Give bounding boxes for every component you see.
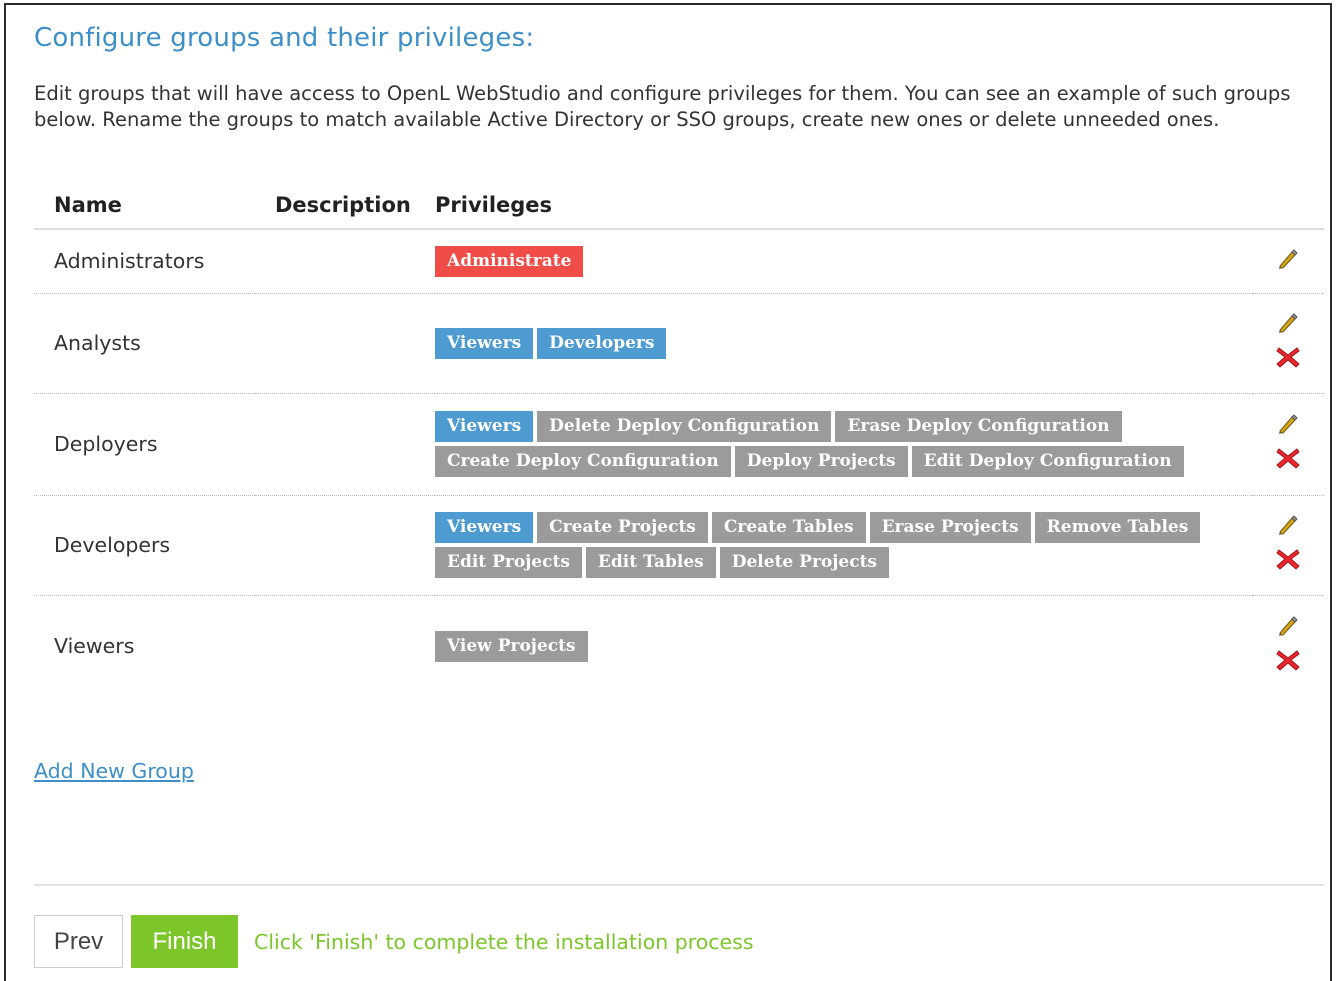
privilege-badge: Create Tables	[711, 512, 866, 543]
pencil-icon[interactable]	[1277, 615, 1299, 642]
header-privileges: Privileges	[435, 191, 1252, 230]
action-icons	[1253, 413, 1323, 475]
table-row: Administrators Administrate	[34, 229, 1324, 294]
privilege-badge: Create Projects	[537, 512, 708, 543]
privilege-badge: Edit Projects	[435, 547, 582, 578]
delete-icon[interactable]	[1275, 547, 1301, 576]
group-privileges: Viewers Create Projects Create Tables Erase…	[435, 495, 1252, 596]
privilege-badge: Deploy Projects	[734, 446, 908, 477]
group-name: Deployers	[34, 393, 255, 496]
pencil-icon[interactable]	[1277, 514, 1299, 541]
add-new-group-link[interactable]: Add New Group	[34, 759, 194, 783]
finish-hint: Click 'Finish' to complete the installat…	[254, 930, 754, 954]
privilege-badge: Remove Tables	[1034, 512, 1201, 543]
group-badge: Viewers	[435, 512, 534, 543]
privilege-list: Viewers Developers	[435, 327, 1225, 359]
row-actions	[1252, 595, 1324, 697]
wizard-panel: Configure groups and their privileges: E…	[4, 3, 1332, 981]
header-name: Name	[34, 191, 255, 230]
delete-icon[interactable]	[1275, 648, 1301, 677]
pencil-icon[interactable]	[1277, 413, 1299, 440]
group-badge: Developers	[537, 327, 667, 359]
privilege-badge: Erase Projects	[869, 512, 1031, 543]
group-name: Viewers	[54, 634, 135, 659]
finish-button[interactable]: Finish	[131, 915, 238, 968]
row-actions	[1252, 495, 1324, 596]
privilege-list: Viewers Delete Deploy Configuration Erase …	[435, 411, 1225, 477]
group-description	[255, 595, 435, 697]
action-icons	[1253, 615, 1323, 677]
table-row: Developers Viewers Create Projects Create T…	[34, 495, 1324, 596]
prev-button[interactable]: Prev	[34, 915, 123, 968]
groups-table: Name Description Privileges Administrato…	[34, 191, 1324, 697]
privilege-badge: Delete Projects	[719, 547, 889, 578]
footer-divider	[34, 884, 1324, 886]
pencil-icon[interactable]	[1277, 248, 1299, 275]
privilege-list: Administrate	[435, 245, 1225, 277]
header-description: Description	[255, 191, 435, 230]
row-actions	[1252, 393, 1324, 496]
table-header-row: Name Description Privileges	[34, 191, 1324, 230]
privilege-badge: Administrate	[435, 245, 584, 277]
group-description	[255, 495, 435, 596]
action-icons	[1253, 514, 1323, 576]
group-privileges: Administrate	[435, 229, 1252, 294]
intro-text: Edit groups that will have access to Ope…	[34, 82, 1291, 131]
privilege-badge: Delete Deploy Configuration	[537, 411, 832, 442]
group-name: Administrators	[34, 229, 255, 294]
group-description	[255, 393, 435, 496]
group-name: Analysts	[34, 293, 255, 394]
page-title: Configure groups and their privileges:	[34, 23, 535, 53]
privilege-badge: Create Deploy Configuration	[435, 446, 731, 477]
group-description	[255, 229, 435, 294]
pencil-icon[interactable]	[1277, 312, 1299, 339]
group-privileges: Viewers Developers	[435, 293, 1252, 394]
privilege-badge: Edit Deploy Configuration	[911, 446, 1184, 477]
action-icons	[1253, 248, 1323, 275]
table-row: Analysts Viewers Developers	[34, 293, 1324, 394]
group-name: Developers	[34, 495, 255, 596]
delete-icon[interactable]	[1275, 345, 1301, 374]
row-actions	[1252, 293, 1324, 394]
group-description	[255, 293, 435, 394]
action-icons	[1253, 312, 1323, 374]
group-badge: Viewers	[435, 327, 534, 359]
delete-icon[interactable]	[1275, 446, 1301, 475]
group-privileges: Viewers Delete Deploy Configuration Erase …	[435, 393, 1252, 496]
group-privileges: View Projects	[435, 595, 1252, 697]
group-rows: Administrators Administrate Analysts Viewer…	[34, 229, 1324, 697]
table-row: Deployers Viewers Delete Deploy Configurat…	[34, 393, 1324, 496]
privilege-badge: Erase Deploy Configuration	[835, 411, 1122, 442]
group-badge: Viewers	[435, 411, 534, 442]
privilege-list: View Projects	[435, 630, 1225, 662]
privilege-list: Viewers Create Projects Create Tables Erase…	[435, 512, 1225, 578]
privilege-badge: View Projects	[435, 630, 588, 662]
header-actions	[1252, 191, 1324, 230]
privilege-badge: Edit Tables	[585, 547, 716, 578]
row-actions	[1252, 229, 1324, 294]
table-row: Viewers View Projects	[34, 595, 1324, 697]
